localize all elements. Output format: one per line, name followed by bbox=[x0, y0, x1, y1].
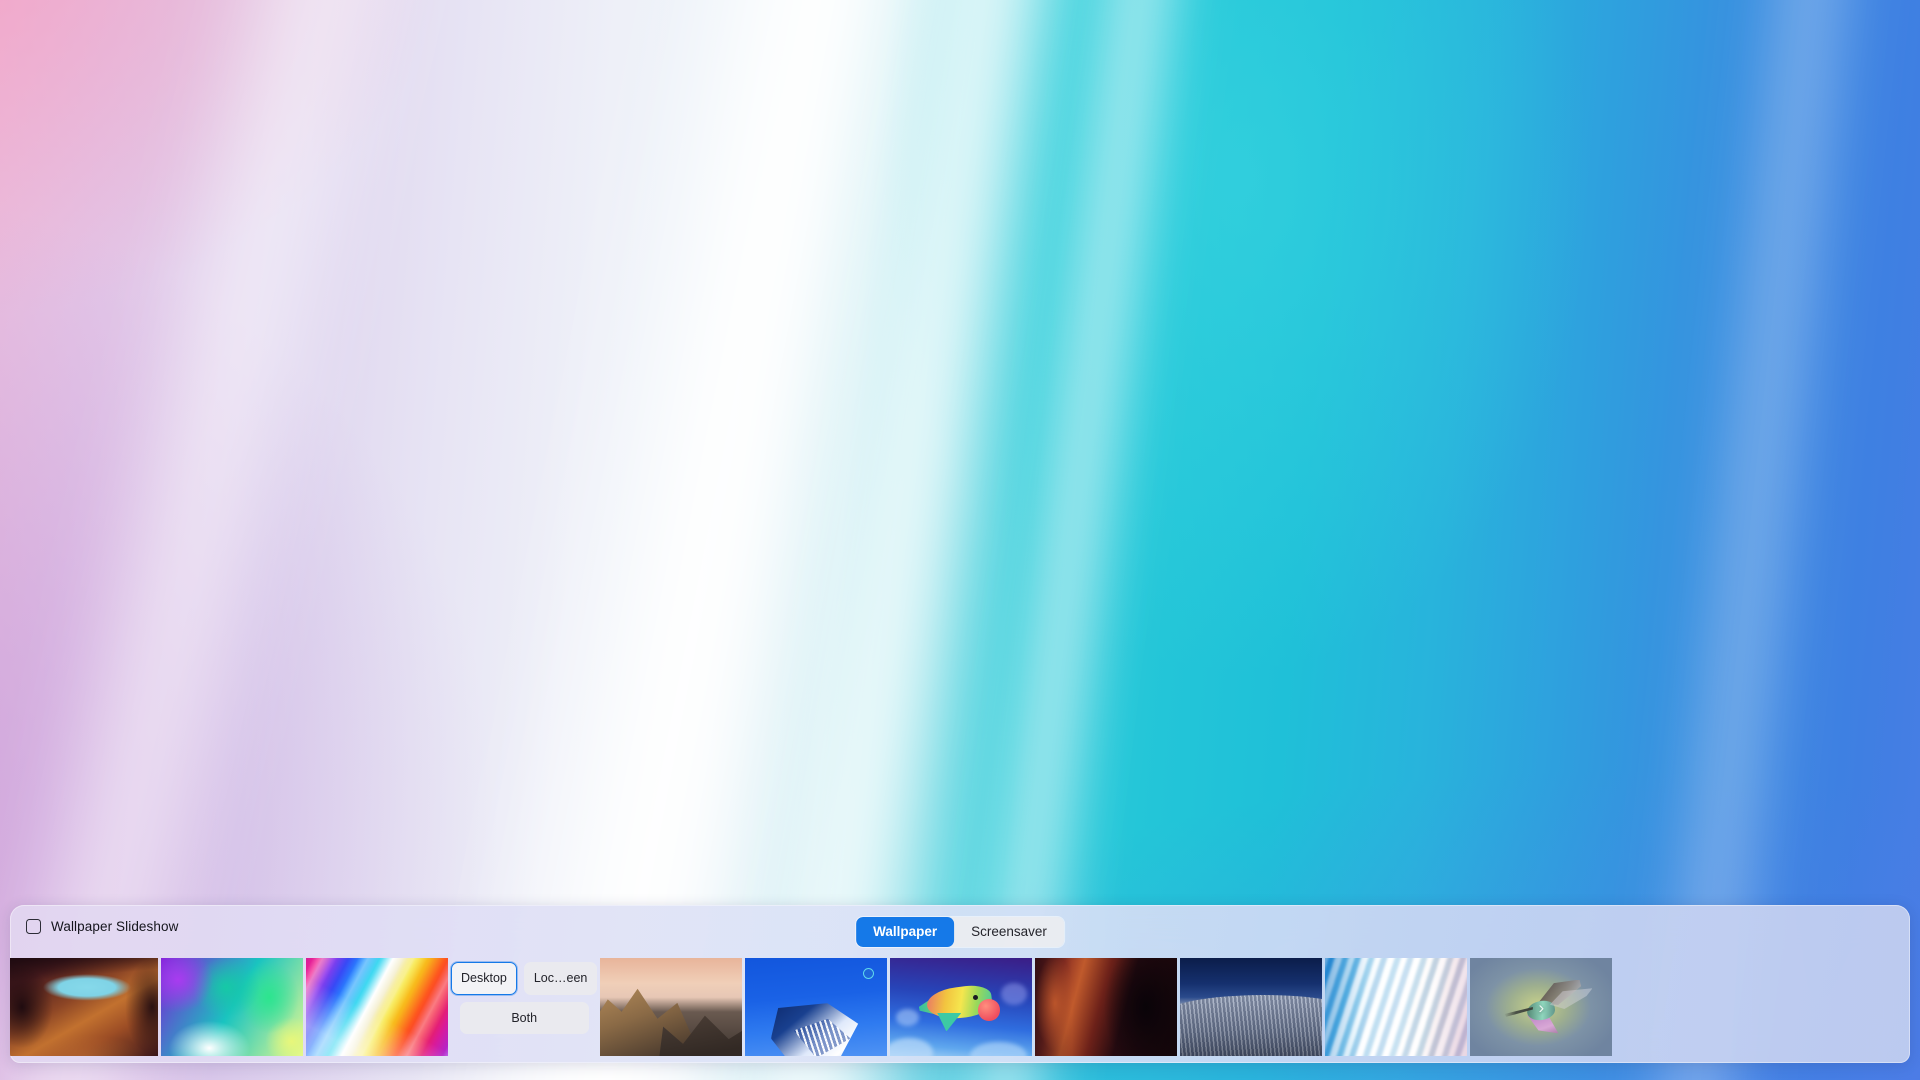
target-button-row: Desktop Loc…een bbox=[451, 962, 598, 995]
wallpaper-thumbnail-dark-slot-canyon[interactable] bbox=[1035, 958, 1178, 1056]
thumbnail-image bbox=[1180, 958, 1323, 1056]
cloud-shape bbox=[969, 1042, 1027, 1056]
wallpaper-thumbnail-rainbow-streaks[interactable] bbox=[306, 958, 448, 1056]
chevron-right-icon[interactable]: › bbox=[1530, 996, 1552, 1018]
wallpaper-slideshow-toggle[interactable]: Wallpaper Slideshow bbox=[26, 919, 178, 934]
wallpaper-picker-panel: Wallpaper Slideshow Wallpaper Screensave… bbox=[10, 905, 1910, 1063]
wallpaper-target-button-group: Desktop Loc…een Both bbox=[451, 958, 598, 1056]
wallpaper-slideshow-label: Wallpaper Slideshow bbox=[51, 919, 179, 934]
mode-tab-group: Wallpaper Screensaver bbox=[856, 917, 1064, 947]
target-desktop-button[interactable]: Desktop bbox=[451, 962, 517, 995]
cloud-shape bbox=[890, 1038, 933, 1056]
fish-ball-shape bbox=[978, 999, 1000, 1021]
wallpaper-thumbnail-hummingbird[interactable]: › bbox=[1470, 958, 1613, 1056]
cloud-shape bbox=[1001, 983, 1027, 1006]
wallpaper-thumbnail-slot-canyon-sky[interactable] bbox=[10, 958, 158, 1056]
wallpaper-thumbnail-mountain-sunrise[interactable] bbox=[600, 958, 743, 1056]
wallpaper-thumbnail-blue-abstract-fold[interactable] bbox=[745, 958, 888, 1056]
wallpaper-thumbnail-rainbow-fish[interactable] bbox=[890, 958, 1033, 1056]
picker-toolbar: Wallpaper Slideshow Wallpaper Screensave… bbox=[10, 905, 1910, 958]
tab-wallpaper[interactable]: Wallpaper bbox=[856, 917, 955, 947]
thumbnail-image bbox=[10, 958, 158, 1056]
thumbnail-image bbox=[1035, 958, 1178, 1056]
tab-screensaver[interactable]: Screensaver bbox=[954, 917, 1064, 947]
checkbox-icon[interactable] bbox=[26, 919, 41, 934]
target-lock-screen-button[interactable]: Loc…een bbox=[523, 962, 598, 995]
fish-eye-shape bbox=[972, 995, 978, 1001]
thumbnail-image bbox=[600, 958, 743, 1056]
fish-fin-shape bbox=[937, 1012, 962, 1032]
cloud-shape bbox=[896, 1008, 919, 1026]
wallpaper-thumbnail-light-ray-streaks[interactable] bbox=[1325, 958, 1468, 1056]
target-both-button[interactable]: Both bbox=[459, 1001, 589, 1034]
wallpaper-thumbnail-aurora-abstract[interactable] bbox=[161, 958, 303, 1056]
thumbnail-image bbox=[890, 958, 1033, 1056]
thumbnail-image bbox=[306, 958, 448, 1056]
thumbnail-image bbox=[161, 958, 303, 1056]
wallpaper-thumbnail-strip[interactable]: Desktop Loc…een Both › bbox=[10, 958, 1910, 1060]
wallpaper-thumbnail-night-sand-dune[interactable] bbox=[1180, 958, 1323, 1056]
thumbnail-image bbox=[1325, 958, 1468, 1056]
